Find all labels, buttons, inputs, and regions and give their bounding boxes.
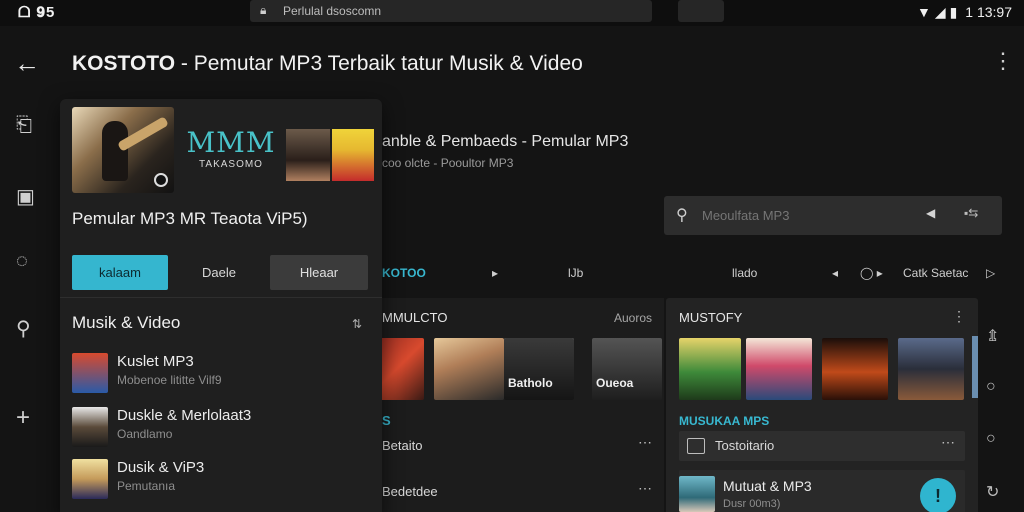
status-left-text: ᗝ 𝟗5 <box>18 4 56 21</box>
person-add-icon[interactable]: ⇭ <box>986 326 999 346</box>
status-right: ▼ ◢ ▮ 1 13:97 <box>913 4 1012 21</box>
status-bar: ᗝ 𝟗5 🔒︎ Perlulal dsoscomn ▼ ◢ ▮ 1 13:97 <box>0 0 1024 26</box>
title-rest: - Pemutar MP3 Terbaik tatur Musik & Vide… <box>175 52 583 75</box>
tab-search-results[interactable]: Catk Saetac <box>903 266 968 280</box>
track-thumbnail <box>72 459 108 499</box>
content-title: anble & Pembaeds - Pemular MP3 <box>382 133 629 150</box>
tab-home[interactable]: KOTOO <box>382 266 426 280</box>
list-item[interactable]: Bedetdee ⋯ <box>382 480 662 506</box>
signal-icon: ◢ <box>934 4 946 20</box>
more-icon[interactable]: ⋯ <box>941 434 955 451</box>
tab-library[interactable]: lJb <box>568 266 583 280</box>
badge-icon <box>154 173 168 187</box>
tab-bar: KOTOO ▸ lJb llado ◂ ◯ ▸ Catk Saetac ▷ <box>382 260 1002 286</box>
section-title: Musik & Video <box>72 313 181 332</box>
circle-icon[interactable]: ○ <box>986 378 996 396</box>
settings-toggle-icon[interactable]: ▪⇆ <box>964 206 978 220</box>
list-item[interactable]: Betaito ⋯ <box>382 434 662 460</box>
speaker-icon[interactable]: ◀ <box>926 206 935 220</box>
refresh-icon[interactable]: ↻ <box>986 482 999 502</box>
track-thumbnail <box>72 407 108 447</box>
search-input[interactable] <box>702 205 902 225</box>
more-options-icon[interactable]: ⋮ <box>952 308 966 325</box>
list-item[interactable]: Duskle & Merlolaat3 Oandlamo <box>72 405 372 449</box>
media-thumbnail[interactable] <box>434 338 504 400</box>
battery-icon: ▮ <box>949 4 958 20</box>
section-label: MUSUKAA MPS <box>679 414 770 428</box>
media-thumbnail[interactable] <box>898 338 964 400</box>
search-icon[interactable]: ⚲ <box>16 316 31 341</box>
circle-icon[interactable]: ○ <box>986 430 996 448</box>
folder-icon[interactable]: ▣ <box>16 184 35 209</box>
app-logo: MMM TAKASOMO <box>186 126 276 171</box>
more-icon[interactable]: ⋯ <box>638 434 652 451</box>
list-item[interactable]: Dusik & ViP3 Pemutanıa <box>72 457 372 501</box>
panel-title: MMULCTO <box>382 310 448 325</box>
media-thumbnail[interactable] <box>746 338 812 400</box>
list-item[interactable]: Kuslet MP3 Mobenoe lititte Vilf9 <box>72 351 372 395</box>
search-bar[interactable]: ⚲ ◀ ▪⇆ <box>664 196 1002 235</box>
tab-forward[interactable]: ▷ <box>986 266 995 280</box>
url-bar[interactable]: 🔒︎ Perlulal dsoscomn <box>250 0 652 22</box>
url-text: Perlulal dsoscomn <box>283 4 382 18</box>
track-thumbnail <box>72 353 108 393</box>
media-thumbnail[interactable]: Batholo <box>504 338 574 400</box>
back-arrow-icon[interactable]: ← <box>14 48 40 79</box>
panel-link[interactable]: Auoros <box>614 311 652 325</box>
primary-button[interactable]: kalaam <box>72 255 168 290</box>
search-icon: ⚲ <box>676 207 688 224</box>
page-title: KOSTOTO - Pemutar MP3 Terbaik tatur Musi… <box>72 52 583 76</box>
section-label: S <box>382 413 391 428</box>
app-info-popup: MMM TAKASOMO Pemular MP3 MR Teaota ViP5)… <box>60 99 382 512</box>
content-subtitle: coo olcte - Pooultor MP3 <box>382 156 514 170</box>
media-thumbnail[interactable] <box>332 129 374 181</box>
media-thumbnail[interactable] <box>822 338 888 400</box>
chat-search-icon[interactable]: ◌ <box>16 250 28 273</box>
info-fab-button[interactable]: ! <box>920 478 956 512</box>
lock-icon: 🔒︎ <box>260 3 267 17</box>
list-item[interactable]: Tostoitario ⋯ <box>679 431 965 461</box>
media-thumbnail[interactable] <box>679 338 741 400</box>
tab-prev[interactable]: ◂ <box>832 266 838 280</box>
media-thumbnail[interactable] <box>286 129 330 181</box>
secondary-button[interactable]: Daele <box>172 255 266 290</box>
plus-icon[interactable]: + <box>16 404 30 432</box>
sort-icon[interactable]: ⇅ <box>352 317 362 331</box>
media-thumbnail[interactable] <box>380 338 424 400</box>
tab-switcher-button[interactable] <box>678 0 724 22</box>
tab-play[interactable]: ▸ <box>492 266 498 280</box>
tab-radio[interactable]: llado <box>732 266 757 280</box>
tertiary-button[interactable]: Hleaar <box>270 255 368 290</box>
more-icon[interactable]: ⋯ <box>638 480 652 497</box>
tab-controls[interactable]: ◯ ▸ <box>860 266 883 280</box>
more-options-icon[interactable]: ⋮ <box>992 48 1014 74</box>
scroll-edge <box>972 336 978 398</box>
left-content-panel: MMULCTO Auoros Batholo Oueoa S Betaito ⋯… <box>380 298 664 512</box>
album-art[interactable] <box>72 107 174 193</box>
clock: 1 13:97 <box>965 4 1012 20</box>
file-icon <box>687 438 705 454</box>
wifi-icon: ▼ <box>917 4 931 20</box>
file-icon[interactable]: ⎗ <box>16 114 32 137</box>
popup-heading: Pemular MP3 MR Teaota ViP5) <box>72 209 308 228</box>
divider <box>60 297 382 298</box>
track-thumbnail <box>679 476 715 512</box>
panel-title: MUSTOFY <box>679 310 743 325</box>
brand-name: KOSTOTO <box>72 52 176 75</box>
media-thumbnail[interactable]: Oueoa <box>592 338 662 400</box>
